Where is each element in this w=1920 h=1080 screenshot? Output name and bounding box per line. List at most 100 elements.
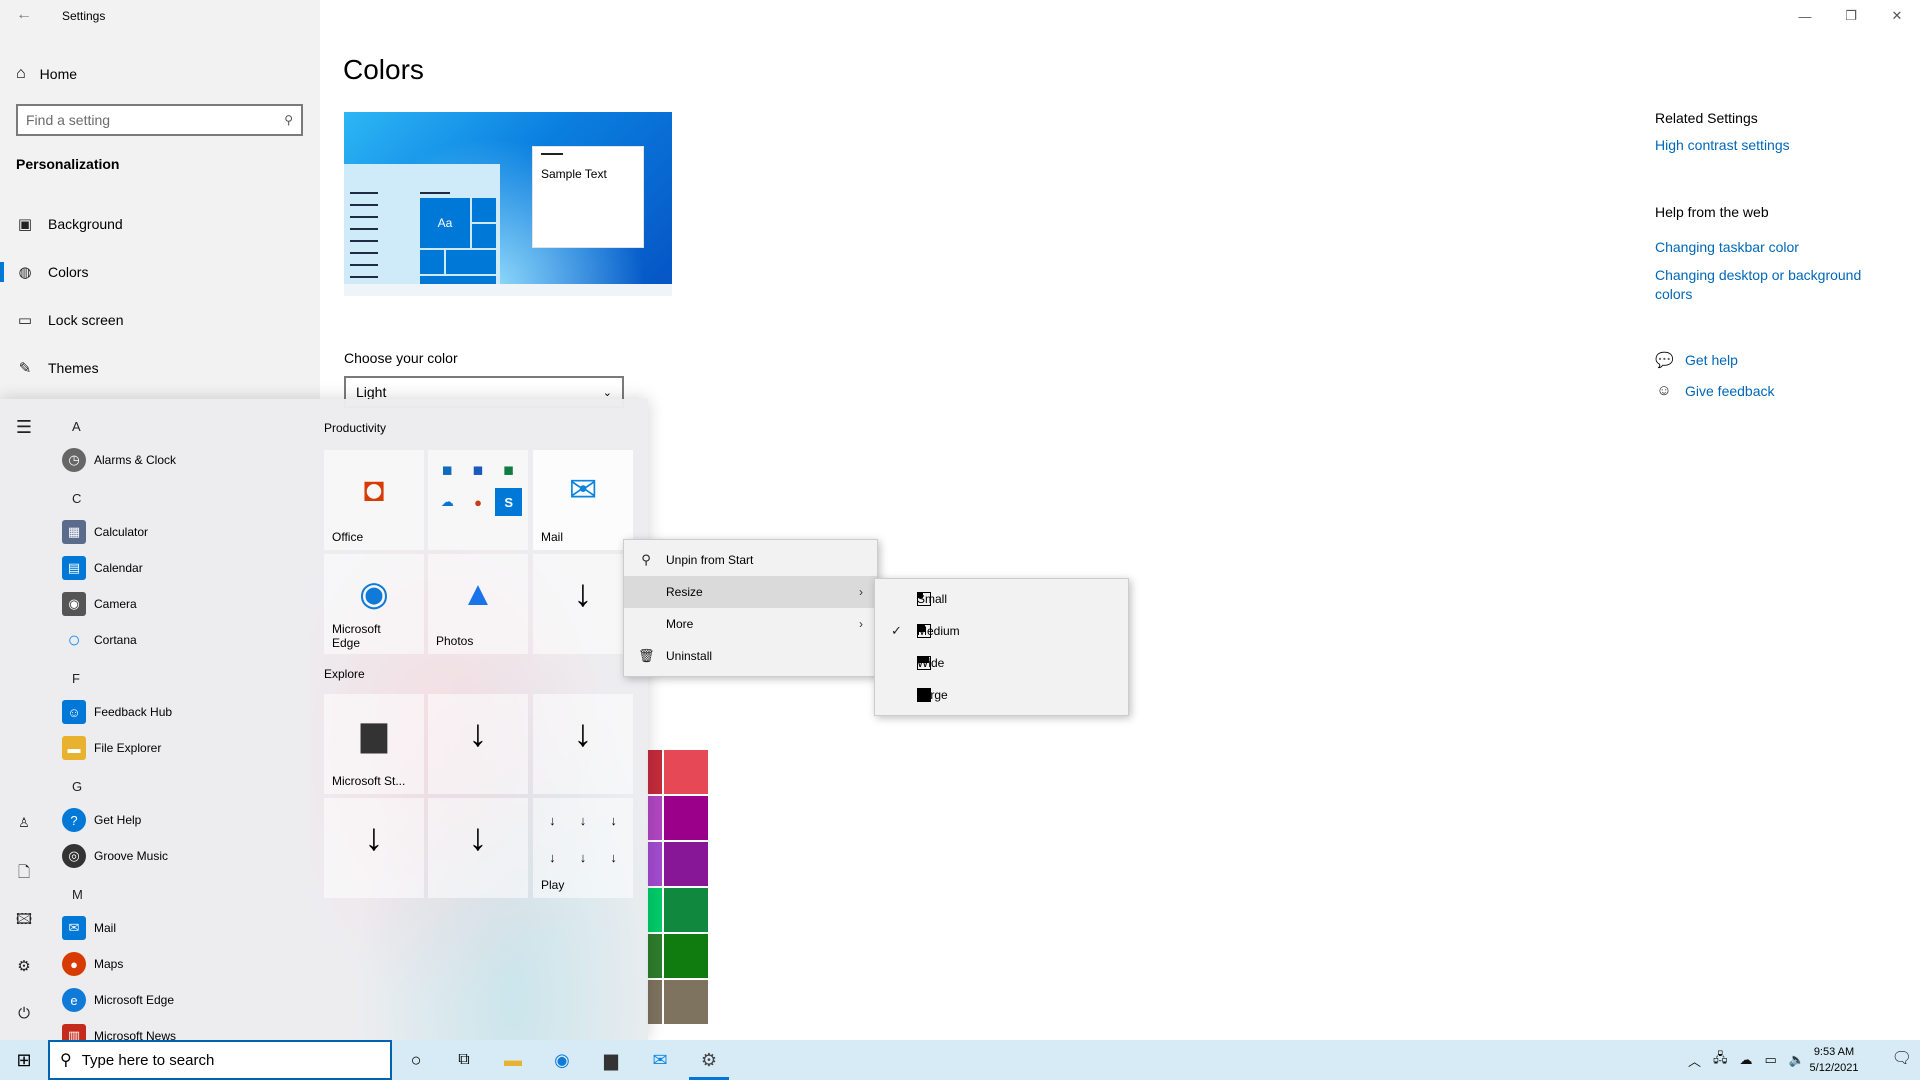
letter-header[interactable]: G [72, 779, 82, 794]
network-icon[interactable]: 🖧 [1713, 1049, 1728, 1071]
folder-icon: ▬ [504, 1049, 522, 1070]
color-swatch[interactable] [664, 842, 708, 886]
color-swatch[interactable] [664, 934, 708, 978]
color-swatch[interactable] [664, 796, 708, 840]
app-microsoft-edge[interactable]: e Microsoft Edge [62, 985, 174, 1015]
taskbar-search[interactable]: ⚲ [48, 1040, 392, 1080]
size-medium-icon [917, 624, 931, 638]
group-explore[interactable]: Explore [324, 667, 365, 681]
display-icon[interactable]: ▭ [1765, 1052, 1777, 1068]
taskbar-mail[interactable]: ✉ [636, 1040, 684, 1080]
letter-header[interactable]: A [72, 419, 81, 434]
cortana-button[interactable]: ○ [392, 1040, 440, 1080]
app-cortana[interactable]: ○ Cortana [62, 625, 136, 655]
app-get-help[interactable]: ? Get Help [62, 805, 141, 835]
tile-office-apps[interactable]: ◼ ◼ ◼ ☁ ● S [428, 450, 528, 550]
letter-header[interactable]: C [72, 491, 81, 506]
tile-office[interactable]: ◘ Office [324, 450, 424, 550]
settings-icon[interactable]: ⚙ [14, 957, 34, 975]
app-microsoft-news[interactable]: ▥ Microsoft News [62, 1021, 176, 1040]
sidebar-item-background[interactable]: ▣ Background [16, 212, 123, 236]
taskbar-settings[interactable]: ⚙ [685, 1040, 733, 1080]
preview-tile: Aa [420, 198, 470, 248]
taskbar-color-link[interactable]: Changing taskbar color [1655, 238, 1885, 257]
size-wide-icon [917, 656, 931, 670]
resize-option-large[interactable]: Large [875, 679, 1128, 711]
taskbar-edge[interactable]: ◉ [538, 1040, 586, 1080]
tile-microsoft-store[interactable]: ▆ Microsoft St... [324, 694, 424, 794]
taskbar-file-explorer[interactable]: ▬ [489, 1040, 537, 1080]
menu-item-more[interactable]: More › [624, 608, 877, 640]
volume-icon[interactable]: 🔈 [1789, 1052, 1805, 1068]
menu-item-resize[interactable]: Resize › [624, 576, 877, 608]
hamburger-icon[interactable]: ☰ [14, 417, 34, 438]
color-swatch[interactable] [646, 842, 662, 886]
color-swatch[interactable] [664, 750, 708, 794]
excel-icon: ◼ [503, 462, 515, 477]
windows-start-button[interactable]: ⊞ [0, 1040, 48, 1080]
download-icon: ↓ [579, 850, 587, 865]
app-feedback-hub[interactable]: ☺ Feedback Hub [62, 697, 172, 727]
sidebar-home[interactable]: ⌂ Home [16, 62, 77, 86]
app-calculator[interactable]: ▦ Calculator [62, 517, 148, 547]
taskbar-search-input[interactable] [81, 1051, 390, 1069]
document-icon[interactable]: 🗋 [14, 862, 34, 887]
taskbar-store[interactable]: ▆ [587, 1040, 635, 1080]
tile-download-5[interactable]: ↓ [428, 798, 528, 898]
color-swatch[interactable] [646, 934, 662, 978]
letter-header[interactable]: M [72, 887, 83, 902]
close-icon[interactable]: ✕ [1874, 0, 1920, 32]
desktop-color-link[interactable]: Changing desktop or background colors [1655, 266, 1885, 304]
tile-download-4[interactable]: ↓ [324, 798, 424, 898]
power-icon[interactable]: ⏻ [14, 1005, 34, 1022]
back-arrow-icon[interactable]: ← [14, 6, 34, 24]
color-swatch[interactable] [646, 888, 662, 932]
app-groove-music[interactable]: ◎ Groove Music [62, 841, 168, 871]
tile-play[interactable]: ↓ ↓ ↓ ↓ ↓ ↓ Play [533, 798, 633, 898]
high-contrast-link[interactable]: High contrast settings [1655, 136, 1885, 155]
tile-photos[interactable]: ▲ Photos [428, 554, 528, 654]
resize-option-small[interactable]: Small [875, 583, 1128, 615]
app-maps[interactable]: ● Maps [62, 949, 123, 979]
tile-mail[interactable]: ✉ Mail [533, 450, 633, 550]
chevron-up-icon[interactable]: ︿ [1688, 1051, 1701, 1070]
find-setting-search[interactable]: ⚲ [16, 104, 303, 136]
color-swatch[interactable] [646, 796, 662, 840]
sidebar-item-themes[interactable]: ✎ Themes [16, 356, 99, 380]
resize-option-medium[interactable]: ✓ Medium [875, 615, 1128, 647]
minimize-icon[interactable]: — [1782, 0, 1828, 32]
resize-option-wide[interactable]: Wide [875, 647, 1128, 679]
restore-icon[interactable]: ❐ [1828, 0, 1874, 32]
tile-download-3[interactable]: ↓ [533, 694, 633, 794]
app-camera[interactable]: ◉ Camera [62, 589, 137, 619]
app-label: Feedback Hub [94, 705, 173, 719]
menu-item-unpin[interactable]: ⚲ Unpin from Start [624, 544, 877, 576]
cloud-icon[interactable]: ☁ [1740, 1052, 1753, 1068]
app-alarms-clock[interactable]: ◷ Alarms & Clock [62, 445, 176, 475]
app-file-explorer[interactable]: ▬ File Explorer [62, 733, 161, 763]
app-mail[interactable]: ✉ Mail [62, 913, 116, 943]
tile-download-1[interactable]: ↓ [533, 554, 633, 654]
menu-item-uninstall[interactable]: 🗑 Uninstall [624, 640, 877, 672]
notification-icon[interactable]: 🗨 [1892, 1048, 1912, 1068]
pictures-icon[interactable]: 🖾 [14, 909, 34, 934]
tile-download-2[interactable]: ↓ [428, 694, 528, 794]
get-help-link[interactable]: 💬 Get help [1655, 351, 1738, 369]
user-icon[interactable]: ♙ [14, 815, 34, 831]
word-icon: ◼ [472, 462, 484, 477]
color-swatch[interactable] [664, 980, 708, 1024]
color-swatch[interactable] [646, 980, 662, 1024]
letter-header[interactable]: F [72, 671, 80, 686]
sidebar-item-colors[interactable]: ◍ Colors [0, 260, 88, 284]
color-swatch[interactable] [664, 888, 708, 932]
taskbar-clock[interactable]: 9:53 AM 5/12/2021 [1804, 1044, 1864, 1076]
find-setting-input[interactable] [26, 112, 285, 128]
task-view-button[interactable]: ⧉ [440, 1040, 488, 1080]
color-swatch[interactable] [646, 750, 662, 794]
play-apps-grid: ↓ ↓ ↓ ↓ ↓ ↓ [539, 804, 627, 874]
group-productivity[interactable]: Productivity [324, 421, 386, 435]
app-calendar[interactable]: ▤ Calendar [62, 553, 143, 583]
sidebar-item-lock-screen[interactable]: ▭ Lock screen [16, 308, 124, 332]
tile-microsoft-edge[interactable]: ◉ Microsoft Edge [324, 554, 424, 654]
give-feedback-link[interactable]: ☺ Give feedback [1655, 382, 1774, 399]
